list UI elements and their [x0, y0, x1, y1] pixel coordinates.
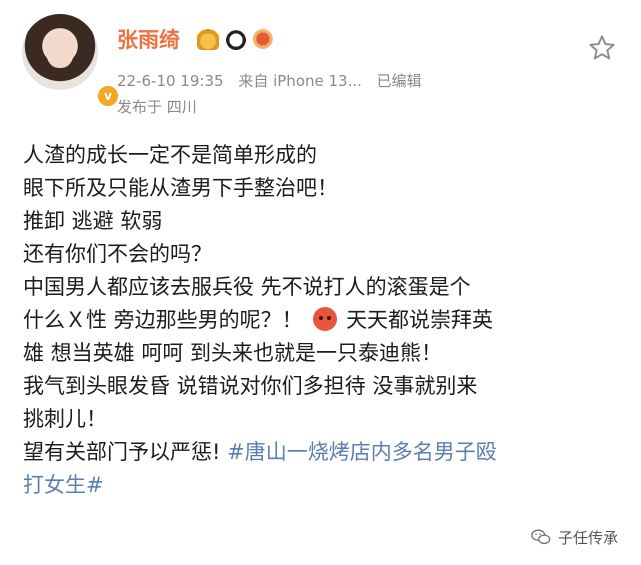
post-meta: 22-6-10 19:35 来自 iPhone 13... 已编辑: [117, 70, 432, 91]
star-icon[interactable]: [588, 34, 616, 62]
post-source: 来自 iPhone 13...: [238, 72, 362, 90]
wechat-icon: [531, 529, 551, 545]
post-line: 什么Ｘ性 旁边那些男的呢？！ 天天都说崇拜英: [23, 304, 633, 337]
angry-face-icon: [313, 307, 338, 331]
post-content: 人渣的成长一定不是简单形成的 眼下所及只能从渣男下手整治吧！ 推卸 逃避 软弱 …: [23, 139, 633, 502]
post-line: 望有关部门予以严惩! #唐山一烧烤店内多名男子殴: [23, 436, 633, 469]
post-location: 发布于 四川: [117, 98, 197, 116]
post-line: 我气到头眼发昏 说错说对你们多担待 没事就别来: [23, 374, 478, 398]
crown-icon: [197, 28, 219, 50]
post-line: 挑刺儿！: [23, 407, 107, 431]
hashtag-link[interactable]: 打女生#: [23, 469, 633, 502]
post-line: 推卸 逃避 软弱: [23, 209, 163, 233]
author-badges: [197, 28, 275, 50]
post-line-segment: 望有关部门予以严惩!: [23, 440, 221, 464]
post-line-segment: 什么Ｘ性 旁边那些男的呢？！: [23, 308, 303, 332]
avatar-face: [46, 32, 74, 68]
post-line: 还有你们不会的吗？: [23, 242, 212, 266]
post-time: 22-6-10 19:35: [117, 72, 224, 90]
post-line: 眼下所及只能从渣男下手整治吧！: [23, 176, 338, 200]
dragon-icon: [253, 28, 275, 50]
panda-icon: [225, 28, 247, 50]
post-line-segment: 天天都说崇拜英: [346, 308, 494, 332]
post-line: 中国男人都应该去服兵役 先不说打人的滚蛋是个: [23, 275, 471, 299]
edited-label[interactable]: 已编辑: [377, 72, 422, 90]
post-line: 人渣的成长一定不是简单形成的: [23, 143, 317, 167]
watermark-text: 子任传承: [558, 528, 619, 547]
avatar[interactable]: v: [22, 14, 120, 108]
post-line: 雄 想当英雄 呵呵 到头来也就是一只泰迪熊！: [23, 341, 443, 365]
author-name[interactable]: 张雨绮: [117, 24, 180, 54]
hashtag-link[interactable]: #唐山一烧烤店内多名男子殴: [227, 440, 497, 464]
watermark: 子任传承: [530, 526, 618, 548]
